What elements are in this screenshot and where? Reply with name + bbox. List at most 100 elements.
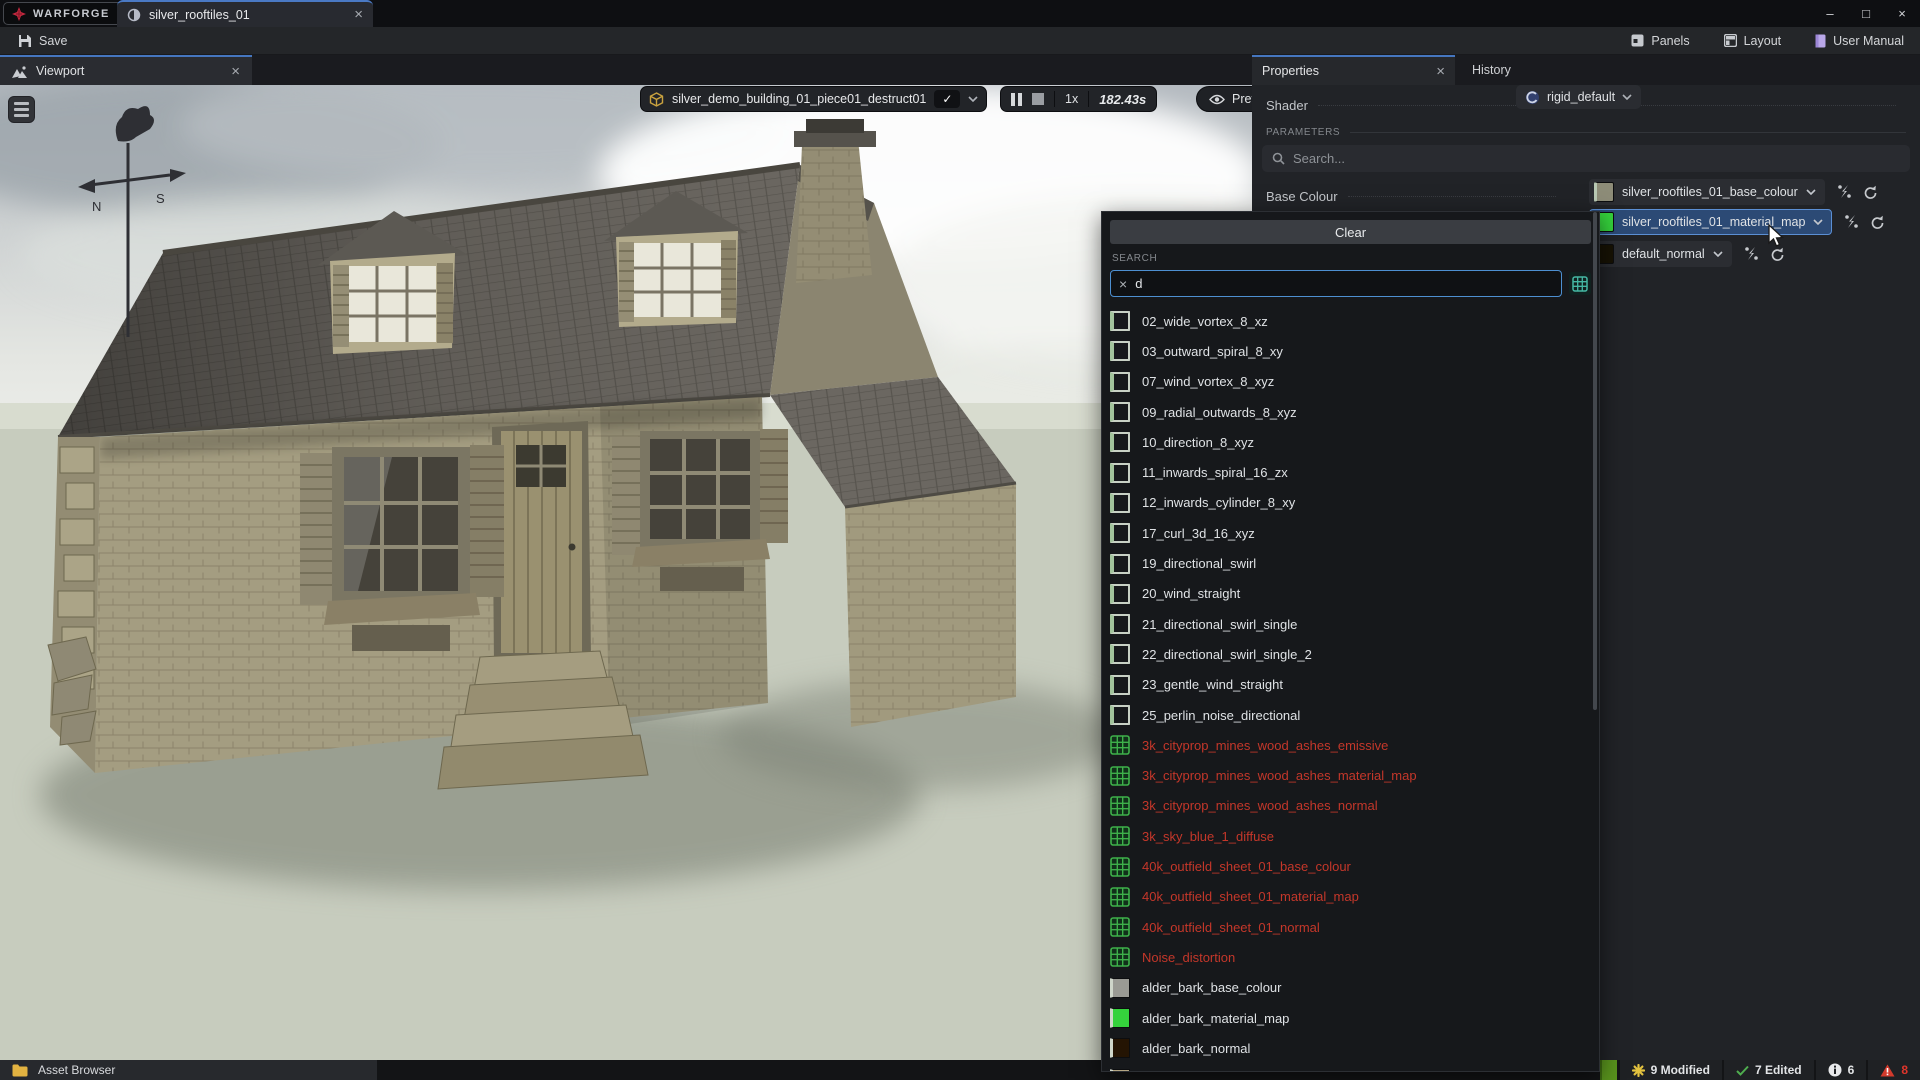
texture-picker-item[interactable]: 12_inwards_cylinder_8_xy: [1102, 488, 1599, 518]
save-button[interactable]: Save: [8, 27, 78, 54]
preview-label: Preview: [1232, 92, 1252, 106]
app-logo[interactable]: WARFORGE: [3, 2, 123, 25]
picker-search-input[interactable]: [1135, 276, 1553, 291]
texture-thumbnail: [1594, 182, 1614, 202]
texture-picker-item[interactable]: 02_wide_vortex_8_xz: [1102, 306, 1599, 336]
shader-dropdown[interactable]: rigid_default: [1516, 85, 1641, 109]
check-icon: [1736, 1065, 1749, 1076]
picker-search-box[interactable]: ×: [1110, 270, 1562, 297]
texture-picker-popup: Clear SEARCH × 02_wide_vortex_8_xz03_out…: [1101, 211, 1600, 1072]
texture-picker-item[interactable]: 11_inwards_spiral_16_zx: [1102, 458, 1599, 488]
texture-slot-2[interactable]: default_normal: [1589, 240, 1785, 267]
search-icon: [1272, 152, 1285, 165]
texture-picker-item[interactable]: 3k_cityprop_mines_wood_ashes_material_ma…: [1102, 761, 1599, 791]
texture-picker-item[interactable]: 40k_outfield_sheet_01_material_map: [1102, 882, 1599, 912]
parameter-search-input[interactable]: [1293, 151, 1900, 166]
pattern-thumbnail: [1110, 644, 1130, 664]
edited-indicator[interactable]: 7 Edited: [1724, 1060, 1814, 1080]
modified-indicator[interactable]: 9 Modified: [1620, 1060, 1722, 1080]
texture-picker-item[interactable]: 07_wind_vortex_8_xyz: [1102, 367, 1599, 397]
texture-picker-item[interactable]: alder_bark_base_colour: [1102, 973, 1599, 1003]
panels-button[interactable]: Panels: [1621, 27, 1699, 54]
expression-icon[interactable]: [1744, 246, 1759, 261]
user-manual-button[interactable]: User Manual: [1805, 27, 1914, 54]
parameter-search[interactable]: [1262, 145, 1910, 172]
texture-picker-item[interactable]: Noise_distortion: [1102, 942, 1599, 972]
texture-picker-item[interactable]: 21_directional_swirl_single: [1102, 609, 1599, 639]
stop-button[interactable]: [1032, 93, 1044, 105]
texture-picker-item[interactable]: 09_radial_outwards_8_xyz: [1102, 397, 1599, 427]
texture-item-label: 07_wind_vortex_8_xyz: [1142, 374, 1274, 389]
layout-label: Layout: [1744, 34, 1782, 48]
base-colour-label: Base Colour: [1266, 189, 1338, 204]
texture-picker-item[interactable]: 3k_sky_blue_1_diffuse: [1102, 821, 1599, 851]
viewport-tab-close-icon[interactable]: ×: [231, 64, 240, 79]
expression-icon[interactable]: [1837, 184, 1852, 199]
texture-picker-item[interactable]: 19_directional_swirl: [1102, 548, 1599, 578]
asset-selector-label: silver_demo_building_01_piece01_destruct…: [672, 92, 926, 106]
texture-picker-item[interactable]: 3k_cityprop_mines_wood_ashes_normal: [1102, 791, 1599, 821]
texture-picker-item[interactable]: 23_gentle_wind_straight: [1102, 670, 1599, 700]
reset-icon[interactable]: [1870, 215, 1885, 229]
document-tab[interactable]: silver_rooftiles_01 ×: [117, 0, 373, 27]
clear-search-icon[interactable]: ×: [1119, 276, 1127, 292]
pattern-thumbnail: [1110, 554, 1130, 574]
tab-history[interactable]: History: [1455, 55, 1528, 85]
texture-slot-0[interactable]: silver_rooftiles_01_base_colour: [1589, 178, 1878, 205]
mountain-icon: [12, 65, 27, 78]
texture-slot-dropdown[interactable]: silver_rooftiles_01_base_colour: [1589, 179, 1825, 205]
texture-picker-item[interactable]: 20_wind_straight: [1102, 579, 1599, 609]
panel-tabs: Properties × History: [1252, 55, 1920, 85]
app-logo-label: WARFORGE: [33, 8, 110, 20]
asset-browser-tab[interactable]: Asset Browser: [0, 1060, 377, 1080]
asset-selector-dropdown[interactable]: silver_demo_building_01_piece01_destruct…: [640, 86, 987, 112]
viewport-overlay: silver_demo_building_01_piece01_destruct…: [0, 86, 1252, 114]
minimize-button[interactable]: –: [1812, 0, 1848, 27]
texture-picker-item[interactable]: alder_bark_normal: [1102, 1033, 1599, 1063]
playback-speed[interactable]: 1x: [1065, 92, 1078, 106]
texture-slot-dropdown[interactable]: default_normal: [1589, 241, 1732, 267]
texture-picker-item[interactable]: 40k_outfield_sheet_01_normal: [1102, 912, 1599, 942]
asset-confirm-button[interactable]: ✓: [934, 90, 960, 108]
properties-tab-close-icon[interactable]: ×: [1436, 64, 1445, 79]
texture-picker-item[interactable]: 17_curl_3d_16_xyz: [1102, 518, 1599, 548]
reset-icon[interactable]: [1770, 247, 1785, 261]
texture-slot-1[interactable]: silver_rooftiles_01_material_map: [1589, 208, 1885, 235]
texture-picker-item[interactable]: [1102, 1064, 1599, 1072]
viewport-3d[interactable]: N S: [0, 85, 1252, 1060]
status-green-indicator: [1600, 1060, 1617, 1080]
viewport-tab[interactable]: Viewport ×: [0, 55, 252, 85]
close-button[interactable]: ×: [1884, 0, 1920, 27]
tab-properties[interactable]: Properties ×: [1252, 55, 1455, 85]
statusbar: Asset Browser 9 Modified 7 Edited: [0, 1060, 1920, 1080]
texture-picker-item[interactable]: 22_directional_swirl_single_2: [1102, 639, 1599, 669]
layout-button[interactable]: Layout: [1714, 27, 1792, 54]
texture-picker-item[interactable]: 03_outward_spiral_8_xy: [1102, 336, 1599, 366]
maximize-button[interactable]: □: [1848, 0, 1884, 27]
texture-grid-icon: [1110, 887, 1130, 907]
warning-indicator[interactable]: 8: [1868, 1060, 1920, 1080]
divider: [1054, 91, 1055, 107]
info-indicator[interactable]: 6: [1816, 1060, 1867, 1080]
texture-picker-item[interactable]: alder_bark_material_map: [1102, 1003, 1599, 1033]
chevron-down-icon: [1622, 94, 1632, 100]
document-tab-close-icon[interactable]: ×: [354, 7, 363, 22]
texture-slot-dropdown[interactable]: silver_rooftiles_01_material_map: [1589, 209, 1832, 235]
pattern-thumbnail: [1110, 432, 1130, 452]
titlebar: WARFORGE silver_rooftiles_01 × – □ ×: [0, 0, 1920, 27]
pause-button[interactable]: [1011, 93, 1022, 106]
texture-picker-item[interactable]: 25_perlin_noise_directional: [1102, 700, 1599, 730]
preview-button[interactable]: Preview: [1196, 86, 1252, 112]
texture-picker-item[interactable]: 40k_outfield_sheet_01_base_colour: [1102, 851, 1599, 881]
expression-icon[interactable]: [1844, 214, 1859, 229]
document-tab-label: silver_rooftiles_01: [149, 8, 346, 22]
scrollbar[interactable]: [1593, 212, 1597, 710]
texture-thumbnail: [1110, 978, 1130, 998]
clear-button[interactable]: Clear: [1110, 220, 1591, 244]
texture-picker-item[interactable]: 3k_cityprop_mines_wood_ashes_emissive: [1102, 730, 1599, 760]
grid-view-button[interactable]: [1569, 272, 1591, 295]
pattern-thumbnail: [1110, 372, 1130, 392]
reset-icon[interactable]: [1863, 185, 1878, 199]
shader-label: Shader: [1266, 98, 1308, 113]
texture-picker-item[interactable]: 10_direction_8_xyz: [1102, 427, 1599, 457]
